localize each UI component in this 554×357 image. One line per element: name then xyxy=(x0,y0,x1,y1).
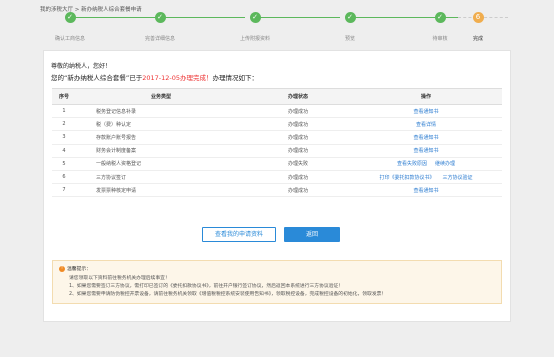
row-ops: 查看详情 xyxy=(350,117,502,132)
row-status: 办理成功 xyxy=(246,183,350,198)
step-3: ✓ 上传附报资料 xyxy=(225,12,285,42)
row-status: 办理成功 xyxy=(246,130,350,145)
step-2: ✓ 完善详细信息 xyxy=(130,12,190,42)
row-ops: 查看失败原因 继续办理 xyxy=(350,157,502,171)
row-type: 税（费）种认定 xyxy=(76,117,246,132)
row-type: 一般纳税人资格登记 xyxy=(76,157,246,171)
row-number: 6 xyxy=(52,170,76,185)
step-label: 完成 xyxy=(472,36,483,42)
tips-title-text: 温馨提示： xyxy=(67,267,91,272)
check-icon: ✓ xyxy=(64,12,76,23)
tips-box: ! 温馨提示： 请您领取以下资料前往税务机关办理后续事宜！ 1、如果您需要签订三方… xyxy=(52,260,502,304)
notice-suffix: 办理情况如下： xyxy=(212,74,259,82)
notice-status: 办理完成！ xyxy=(180,74,213,82)
col-header-status: 办理状态 xyxy=(246,88,350,105)
col-header-type: 业务类型 xyxy=(76,88,246,105)
op-link[interactable]: 查看通知书 xyxy=(413,148,438,154)
op-link[interactable]: 查看失败原因 xyxy=(397,161,427,167)
row-type: 存款账户账号报告 xyxy=(76,130,246,145)
row-ops: 打印《委托扣款协议书》 三方协议验证 xyxy=(350,170,502,185)
tips-title: ! 温馨提示： xyxy=(59,265,91,272)
row-type: 三方协议签订 xyxy=(76,170,246,185)
row-status: 办理成功 xyxy=(246,104,350,119)
row-number: 5 xyxy=(52,157,76,171)
op-link[interactable]: 查看通知书 xyxy=(413,109,438,115)
tip-line: 请您领取以下资料前往税务机关办理后续事宜！ xyxy=(69,276,170,281)
table-row: 3 存款账户账号报告 办理成功 查看通知书 xyxy=(52,130,502,145)
col-header-no: 序号 xyxy=(52,88,76,105)
tip-line: 1、如果您需要签订三方协议，需打印已签订的《委托扣款协议书》，前往开户银行签订协… xyxy=(69,284,344,289)
op-link[interactable]: 查看详情 xyxy=(416,122,436,128)
row-ops: 查看通知书 xyxy=(350,183,502,198)
table-row: 4 财务会计制度备案 办理成功 查看通知书 xyxy=(52,144,502,158)
return-button[interactable]: 返回 xyxy=(284,227,340,242)
check-icon: ✓ xyxy=(154,12,166,23)
completion-notice: 您的“新办纳税人综合套餐”已于2017-12-05办理完成！办理情况如下： xyxy=(51,72,258,82)
row-type: 税务登记信息补录 xyxy=(76,104,246,119)
result-panel: 尊敬的纳税人，您好！ 您的“新办纳税人综合套餐”已于2017-12-05办理完成… xyxy=(43,50,511,322)
table-row: 7 发票票种核定申请 办理成功 查看通知书 xyxy=(52,183,502,198)
notice-prefix: 您的“新办纳税人综合套餐”已于 xyxy=(51,74,143,82)
row-number: 2 xyxy=(52,117,76,132)
table-row: 1 税务登记信息补录 办理成功 查看通知书 xyxy=(52,104,502,119)
step-4: ✓ 预览 xyxy=(320,12,380,42)
tip-line: 2、如果您需要申请防伪税控开票设备，请前往税务机关领取《增值税税控系统安装使用告… xyxy=(69,292,387,297)
step-1: ✓ 确认工商信息 xyxy=(40,12,100,42)
table-row: 2 税（费）种认定 办理成功 查看详情 xyxy=(52,117,502,132)
table-row: 6 三方协议签订 办理成功 打印《委托扣款协议书》 三方协议验证 xyxy=(52,170,502,185)
step-number: 6 xyxy=(472,12,484,23)
row-status: 办理成功 xyxy=(246,170,350,185)
check-icon: ✓ xyxy=(344,12,356,23)
step-label: 完善详细信息 xyxy=(144,36,175,42)
op-link[interactable]: 三方协议验证 xyxy=(443,175,473,181)
row-type: 发票票种核定申请 xyxy=(76,183,246,198)
row-number: 1 xyxy=(52,104,76,119)
row-status: 办理失败 xyxy=(246,157,350,171)
greeting: 尊敬的纳税人，您好！ xyxy=(51,63,112,70)
row-ops: 查看通知书 xyxy=(350,144,502,158)
table-header-row: 序号 业务类型 办理状态 操作 xyxy=(52,88,502,105)
row-status: 办理成功 xyxy=(246,144,350,158)
warning-icon: ! xyxy=(59,265,65,272)
progress-steps: ✓ 确认工商信息 ✓ 完善详细信息 ✓ 上传附报资料 ✓ 预览 ✓ 待审核 6 … xyxy=(40,12,510,46)
table-row: 5 一般纳税人资格登记 办理失败 查看失败原因 继续办理 xyxy=(52,157,502,171)
op-link[interactable]: 打印《委托扣款协议书》 xyxy=(379,175,434,181)
view-application-button[interactable]: 查看我的申请资料 xyxy=(202,227,276,242)
step-label: 确认工商信息 xyxy=(54,36,85,42)
notice-date: 2017-12-05 xyxy=(142,74,181,82)
row-number: 3 xyxy=(52,130,76,145)
row-number: 7 xyxy=(52,183,76,198)
step-label: 预览 xyxy=(344,36,355,42)
check-icon: ✓ xyxy=(434,12,446,23)
op-link[interactable]: 继续办理 xyxy=(435,161,455,167)
row-number: 4 xyxy=(52,144,76,158)
col-header-ops: 操作 xyxy=(350,88,502,105)
row-ops: 查看通知书 xyxy=(350,130,502,145)
op-link[interactable]: 查看通知书 xyxy=(413,135,438,141)
row-status: 办理成功 xyxy=(246,117,350,132)
step-label: 上传附报资料 xyxy=(239,36,270,42)
business-table: 序号 业务类型 办理状态 操作 1 税务登记信息补录 办理成功 查看通知书 2 税（费）种… xyxy=(52,88,502,198)
check-icon: ✓ xyxy=(249,12,261,23)
row-type: 财务会计制度备案 xyxy=(76,144,246,158)
row-ops: 查看通知书 xyxy=(350,104,502,119)
op-link[interactable]: 查看通知书 xyxy=(413,188,438,194)
step-6: 6 完成 xyxy=(448,12,508,42)
